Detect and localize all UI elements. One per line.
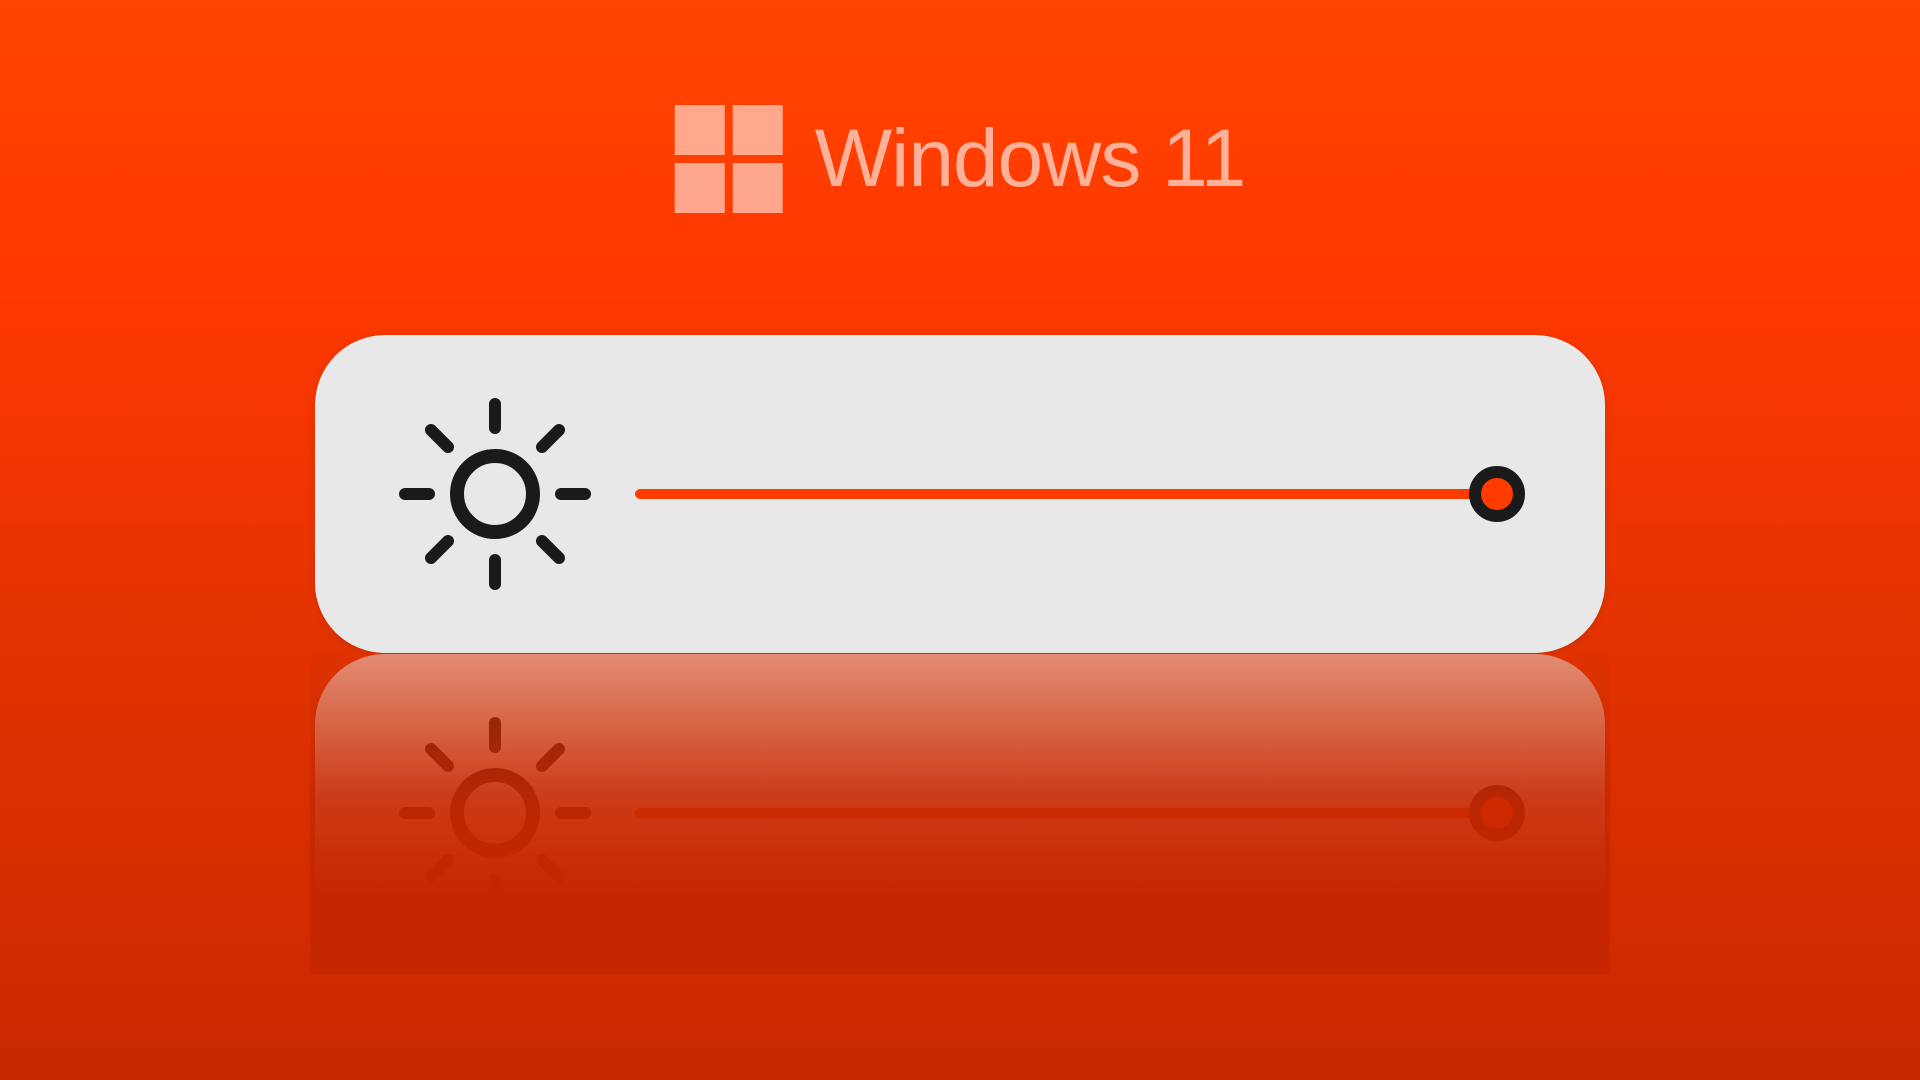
brightness-slider[interactable] [635, 464, 1515, 524]
brightness-panel [315, 335, 1605, 653]
brightness-icon [375, 374, 615, 614]
header: Windows 11 [675, 105, 1246, 213]
slider-thumb[interactable] [1469, 466, 1525, 522]
brightness-panel-container [315, 335, 1605, 653]
windows-logo-icon [675, 105, 783, 213]
header-title: Windows 11 [815, 112, 1246, 206]
slider-track [635, 489, 1515, 499]
panel-reflection [315, 654, 1605, 972]
